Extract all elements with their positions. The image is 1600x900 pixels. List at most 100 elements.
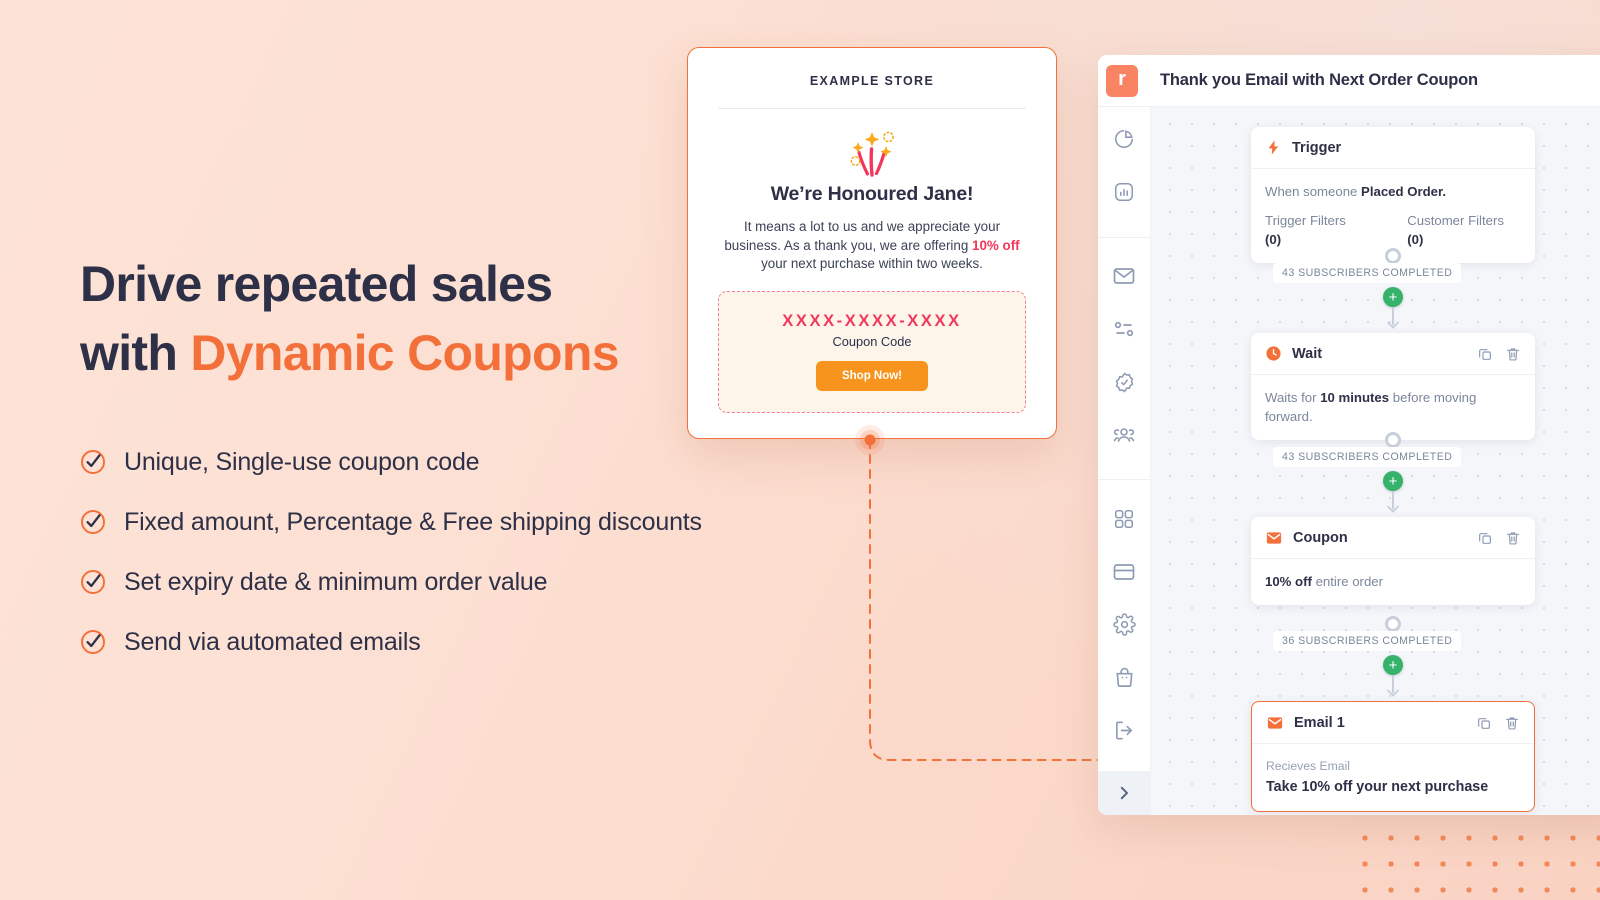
trash-icon bbox=[1506, 716, 1518, 730]
delete-node-button[interactable] bbox=[1505, 530, 1521, 546]
flow-node-wait[interactable]: Wait Waits for 10 minutes before moving … bbox=[1251, 333, 1535, 440]
list-item: Fixed amount, Percentage & Free shipping… bbox=[80, 492, 860, 552]
node-body: Recieves Email Take 10% off your next pu… bbox=[1252, 744, 1534, 811]
check-circle-icon bbox=[81, 630, 105, 654]
coupon-code-label: Coupon Code bbox=[832, 334, 912, 349]
check-circle-icon bbox=[81, 450, 105, 474]
clock-icon bbox=[1266, 346, 1281, 361]
sidebar-divider bbox=[1098, 236, 1151, 238]
connector-knob bbox=[1385, 616, 1401, 632]
sidebar-item-audience[interactable] bbox=[1111, 422, 1137, 447]
connector-stat-label: 36 SUBSCRIBERS COMPLETED bbox=[1273, 631, 1462, 651]
email-body-part-1: It means a lot to us and we appreciate y… bbox=[724, 219, 1001, 253]
connector-knob bbox=[1385, 432, 1401, 448]
pie-chart-icon bbox=[1115, 130, 1134, 149]
sidebar-expand-button[interactable] bbox=[1098, 770, 1151, 815]
copy-icon bbox=[1479, 532, 1491, 544]
add-step-button[interactable]: + bbox=[1383, 287, 1403, 307]
headline-line-2-prefix: with bbox=[80, 325, 191, 381]
flow-node-email-1[interactable]: Email 1 Recieves Email Take 10% off your… bbox=[1251, 701, 1535, 812]
coupon-discount: 10% off bbox=[1265, 574, 1312, 589]
check-circle-icon bbox=[81, 570, 105, 594]
lightning-icon bbox=[1268, 140, 1279, 155]
node-title: Wait bbox=[1292, 345, 1323, 362]
email-body-part-2: your next purchase within two weeks. bbox=[761, 256, 983, 271]
chevron-right-icon bbox=[1120, 786, 1128, 800]
automation-flow-canvas[interactable]: Trigger When someone Placed Order. Trigg… bbox=[1151, 107, 1600, 815]
node-body: 10% off entire order bbox=[1251, 559, 1535, 605]
bar-chart-icon bbox=[1114, 183, 1134, 202]
copy-icon bbox=[1478, 717, 1490, 729]
node-actions bbox=[1476, 715, 1520, 731]
list-item-label: Unique, Single-use coupon code bbox=[124, 447, 480, 476]
feature-list: Unique, Single-use coupon code Fixed amo… bbox=[80, 432, 860, 672]
node-header: Trigger bbox=[1251, 127, 1535, 169]
flow-node-trigger[interactable]: Trigger When someone Placed Order. Trigg… bbox=[1251, 127, 1535, 263]
customer-filters[interactable]: Customer Filters (0) bbox=[1407, 211, 1521, 249]
list-item-label: Send via automated emails bbox=[124, 627, 421, 656]
node-body: Waits for 10 minutes before moving forwa… bbox=[1251, 375, 1535, 440]
add-step-button[interactable]: + bbox=[1383, 655, 1403, 675]
sidebar-item-dashboard[interactable] bbox=[1111, 127, 1137, 152]
email-subject: Take 10% off your next purchase bbox=[1266, 779, 1489, 795]
envelope-filled-icon bbox=[1266, 531, 1282, 544]
duplicate-node-button[interactable] bbox=[1477, 530, 1493, 546]
node-header: Wait bbox=[1251, 333, 1535, 375]
coupon-scope: entire order bbox=[1311, 574, 1384, 589]
sidebar-divider bbox=[1098, 479, 1151, 481]
node-title: Coupon bbox=[1293, 529, 1348, 546]
shop-now-button[interactable]: Shop Now! bbox=[815, 361, 929, 391]
sidebar-item-billing[interactable] bbox=[1111, 559, 1137, 584]
list-item: Set expiry date & minimum order value bbox=[80, 552, 860, 612]
grid-apps-icon bbox=[1114, 509, 1134, 528]
sidebar-item-automations[interactable] bbox=[1111, 317, 1137, 342]
firework-icon bbox=[850, 131, 894, 177]
email-body: It means a lot to us and we appreciate y… bbox=[718, 218, 1026, 274]
email-preview-card: EXAMPLE STORE We’re Honoured Jane! It me… bbox=[687, 47, 1057, 439]
dot-pattern-decoration bbox=[1348, 819, 1600, 900]
sidebar-item-campaigns[interactable] bbox=[1111, 264, 1137, 289]
email-body-highlight: 10% off bbox=[972, 237, 1020, 253]
list-item: Send via automated emails bbox=[80, 612, 860, 672]
add-step-button[interactable]: + bbox=[1383, 471, 1403, 491]
wait-duration: 10 minutes bbox=[1320, 390, 1390, 405]
promo-graphic: Drive repeated sales with Dynamic Coupon… bbox=[0, 0, 1600, 900]
gear-icon bbox=[1112, 613, 1136, 636]
node-actions bbox=[1477, 530, 1521, 546]
arrow-down-icon bbox=[1387, 505, 1399, 513]
trigger-condition-event: Placed Order. bbox=[1361, 184, 1447, 199]
sidebar-item-coupons[interactable] bbox=[1111, 370, 1137, 395]
duplicate-node-button[interactable] bbox=[1477, 346, 1493, 362]
flow-node-coupon[interactable]: Coupon 10% off entire order bbox=[1251, 517, 1535, 605]
sidebar-item-apps[interactable] bbox=[1111, 506, 1137, 531]
duplicate-node-button[interactable] bbox=[1476, 715, 1492, 731]
badge-check-icon bbox=[1115, 371, 1133, 393]
app-body: Trigger When someone Placed Order. Trigg… bbox=[1098, 107, 1600, 815]
page-title: Drive repeated sales with Dynamic Coupon… bbox=[80, 250, 780, 388]
delete-node-button[interactable] bbox=[1505, 346, 1521, 362]
trigger-condition-prefix: When someone bbox=[1265, 184, 1362, 199]
connector-stat-label: 43 SUBSCRIBERS COMPLETED bbox=[1273, 447, 1462, 467]
list-item-label: Set expiry date & minimum order value bbox=[124, 567, 548, 596]
automation-nodes-icon bbox=[1114, 321, 1134, 337]
delete-node-button[interactable] bbox=[1504, 715, 1520, 731]
wait-prefix: Waits for bbox=[1265, 390, 1321, 405]
app-sidebar bbox=[1098, 107, 1151, 815]
node-title: Trigger bbox=[1292, 139, 1342, 156]
sidebar-item-logout[interactable] bbox=[1111, 718, 1137, 743]
trigger-condition: When someone Placed Order. bbox=[1265, 182, 1521, 201]
list-item-label: Fixed amount, Percentage & Free shipping… bbox=[124, 507, 702, 536]
connector-stat-label: 43 SUBSCRIBERS COMPLETED bbox=[1273, 263, 1462, 283]
sidebar-item-settings[interactable] bbox=[1111, 612, 1137, 637]
trigger-filters[interactable]: Trigger Filters (0) bbox=[1265, 211, 1363, 249]
node-title: Email 1 bbox=[1294, 714, 1345, 731]
coupon-box: XXXX-XXXX-XXXX Coupon Code Shop Now! bbox=[718, 290, 1026, 413]
connector-knob bbox=[1385, 248, 1401, 264]
arrow-down-icon bbox=[1387, 321, 1399, 329]
trigger-filters-row: Trigger Filters (0) Customer Filters (0) bbox=[1265, 211, 1521, 249]
sidebar-item-store[interactable] bbox=[1111, 665, 1137, 690]
trash-icon bbox=[1507, 531, 1519, 545]
sidebar-item-reports[interactable] bbox=[1111, 180, 1137, 205]
node-actions bbox=[1477, 346, 1521, 362]
envelope-filled-icon bbox=[1267, 716, 1283, 729]
